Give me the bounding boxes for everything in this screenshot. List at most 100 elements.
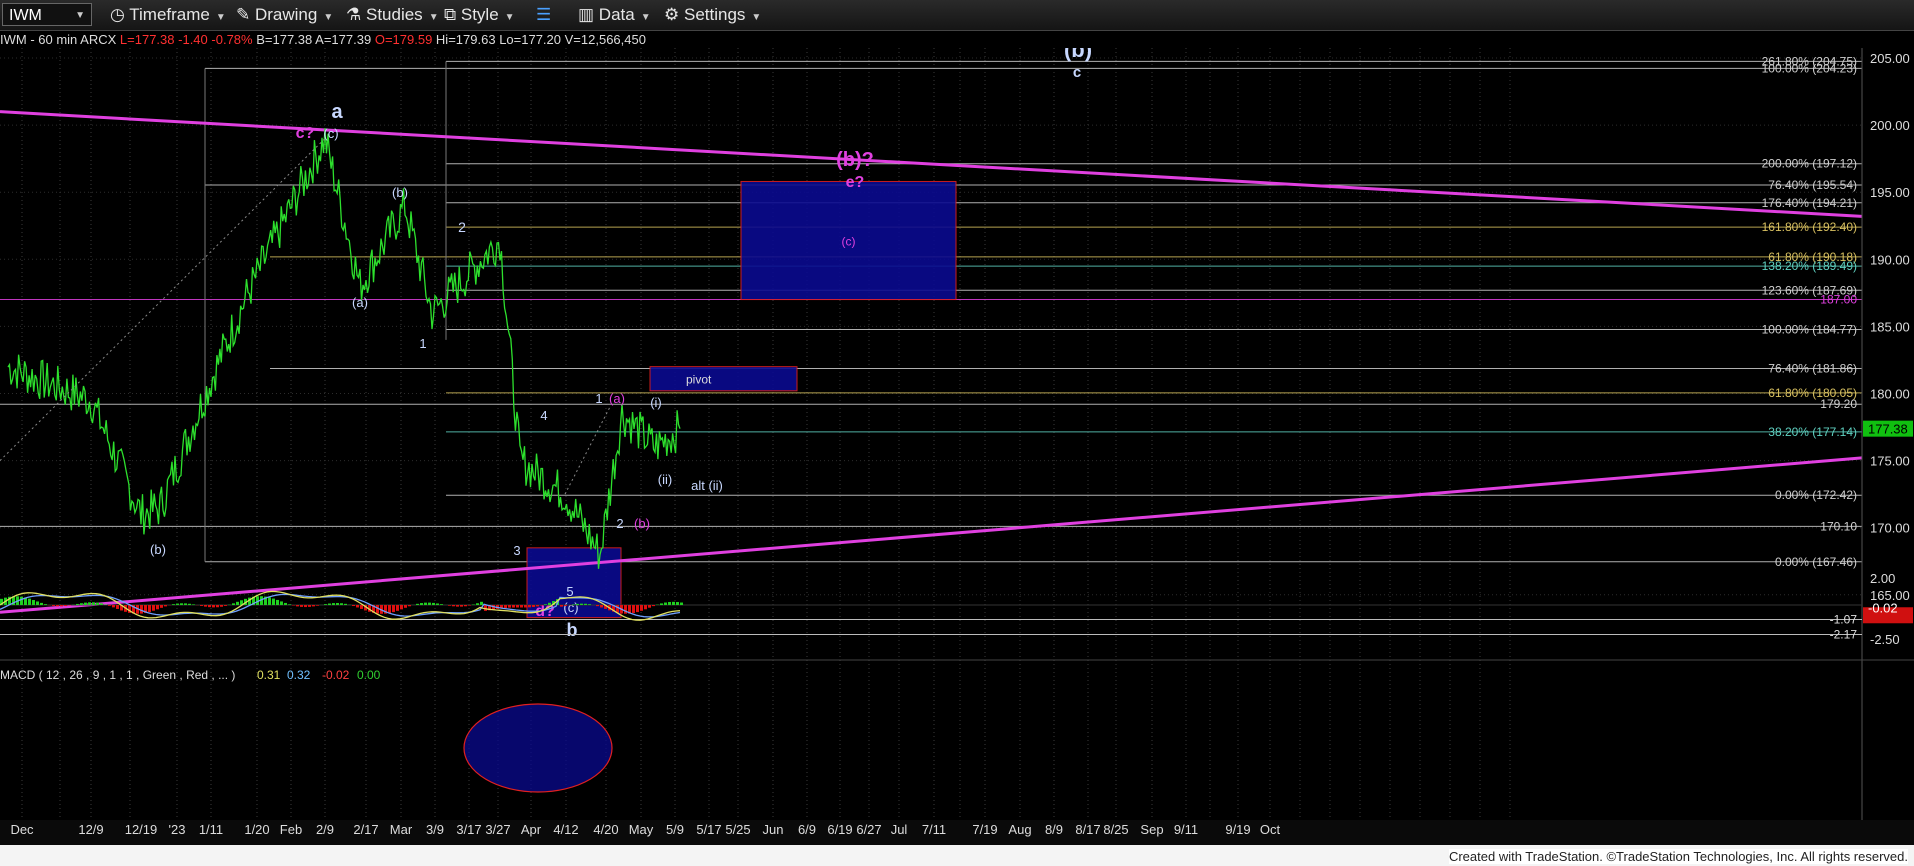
- fib-level-label: 0.00% (172.42): [1775, 488, 1857, 502]
- macd-histogram-bar: [576, 603, 579, 605]
- macd-histogram-bar: [336, 602, 339, 605]
- wave-label: c: [1073, 64, 1081, 81]
- wave-label: 1: [419, 336, 426, 351]
- time-axis-tick: 7/19: [972, 822, 997, 837]
- macd-histogram-bar: [664, 602, 667, 605]
- macd-histogram-bar: [680, 602, 683, 605]
- macd-histogram-bar: [176, 603, 179, 605]
- wave-label: (b): [392, 185, 408, 200]
- macd-histogram-bar: [300, 605, 303, 607]
- macd-histogram-bar: [32, 600, 35, 605]
- time-axis-tick: Dec: [10, 822, 34, 837]
- macd-histogram-bar: [456, 605, 459, 607]
- price-axis-tick: 195.00: [1870, 185, 1910, 200]
- timeframe-menu[interactable]: ◷ Timeframe ▼: [110, 0, 226, 30]
- macd-histogram-bar: [36, 601, 39, 605]
- macd-histogram-bar: [652, 605, 655, 607]
- symbol-input[interactable]: IWM ▼: [2, 3, 92, 26]
- macd-histogram-bar: [80, 603, 83, 605]
- style-menu[interactable]: ⧉ Style ▼: [444, 0, 515, 30]
- macd-histogram-bar: [536, 605, 539, 607]
- time-axis-tick: 2/9: [316, 822, 334, 837]
- layout-icon[interactable]: ☰: [536, 0, 551, 30]
- macd-histogram-bar: [108, 605, 111, 606]
- wave-label: (b): [634, 516, 650, 531]
- price-chart[interactable]: 261.80% (204.75)100.00% (204.23)200.00% …: [0, 48, 1914, 845]
- time-axis-tick: 3/9: [426, 822, 444, 837]
- macd-histogram-bar: [428, 602, 431, 605]
- macd-histogram-bar: [164, 605, 167, 607]
- macd-histogram-bar: [400, 605, 403, 610]
- macd-histogram-bar: [508, 605, 511, 608]
- macd-histogram-bar: [204, 605, 207, 607]
- macd-histogram-bar: [236, 601, 239, 605]
- macd-histogram-bar: [88, 602, 91, 605]
- macd-histogram-bar: [660, 603, 663, 605]
- macd-histogram-bar: [344, 603, 347, 605]
- macd-histogram-bar: [92, 602, 95, 605]
- macd-histogram-bar: [20, 596, 23, 605]
- macd-histogram-bar: [476, 603, 479, 605]
- drawing-menu[interactable]: ✎ Drawing ▼: [236, 0, 333, 30]
- price-axis-tick: 190.00: [1870, 252, 1910, 267]
- price-series-line: [7, 128, 681, 569]
- macd-histogram-bar: [112, 605, 115, 608]
- wave-label: (ii): [658, 472, 672, 487]
- time-axis-tick: 6/19: [827, 822, 852, 837]
- time-axis-tick: 4/20: [593, 822, 618, 837]
- macd-histogram-bar: [468, 605, 471, 606]
- wave-label: alt (ii): [691, 478, 723, 493]
- macd-histogram-bar: [448, 605, 451, 606]
- low-price: Lo=177.20: [499, 32, 562, 47]
- wave-label: (b): [150, 542, 166, 557]
- time-axis-tick: 6/27: [856, 822, 881, 837]
- macd-value: -0.02: [322, 668, 350, 682]
- fib-level-label: 38.20% (177.14): [1768, 425, 1857, 439]
- macd-histogram-bar: [404, 605, 407, 608]
- data-menu[interactable]: ▥ Data ▼: [578, 0, 651, 30]
- time-axis-tick: 7/11: [922, 822, 946, 837]
- last-price: L=177.38: [119, 32, 175, 47]
- macd-histogram-bar: [100, 603, 103, 605]
- macd-histogram-bar: [332, 603, 335, 605]
- wave-label: b: [567, 620, 578, 640]
- volume: V=12,566,450: [564, 32, 646, 47]
- wave-connector: [564, 406, 611, 495]
- wave-label: (b)?: [836, 149, 874, 171]
- macd-value: 0.32: [287, 668, 311, 682]
- macd-histogram-bar: [40, 602, 43, 605]
- macd-histogram-bar: [340, 603, 343, 605]
- macd-histogram-bar: [116, 605, 119, 609]
- trendline-lower: [0, 456, 1863, 614]
- time-axis-tick: 1/20: [244, 822, 269, 837]
- macd-histogram-bar: [64, 605, 67, 607]
- macd-histogram-bar: [360, 605, 363, 609]
- macd-histogram-bar: [224, 605, 227, 606]
- fib-level-label: 100.00% (184.77): [1762, 322, 1857, 336]
- macd-histogram-bar: [600, 605, 603, 608]
- macd-histogram-bar: [512, 605, 515, 608]
- macd-histogram-bar: [312, 605, 315, 607]
- macd-histogram-bar: [636, 605, 639, 613]
- time-axis-tick: 6/9: [798, 822, 816, 837]
- wave-label: e?: [846, 174, 865, 191]
- time-axis-tick: Jun: [763, 822, 784, 837]
- macd-histogram-bar: [280, 601, 283, 605]
- wave-label: (c): [563, 600, 578, 615]
- macd-histogram-bar: [304, 605, 307, 608]
- time-axis-tick: 3/27: [485, 822, 510, 837]
- time-axis-tick: 2/17: [353, 822, 378, 837]
- studies-menu[interactable]: ⚗ Studies ▼: [346, 0, 439, 30]
- time-axis-tick: 5/17: [696, 822, 721, 837]
- macd-histogram-bar: [180, 603, 183, 605]
- macd-histogram-bar: [548, 602, 551, 605]
- macd-histogram-bar: [276, 599, 279, 605]
- wave-label: 5: [566, 584, 573, 599]
- macd-histogram-bar: [452, 605, 455, 607]
- macd-histogram-bar: [356, 605, 359, 608]
- time-axis-tick: 4/12: [553, 822, 578, 837]
- time-axis-tick: 9/19: [1225, 822, 1250, 837]
- macd-histogram-bar: [308, 605, 311, 607]
- settings-menu[interactable]: ⚙ Settings ▼: [664, 0, 761, 30]
- fib-level-label: 138.20% (189.49): [1762, 259, 1857, 273]
